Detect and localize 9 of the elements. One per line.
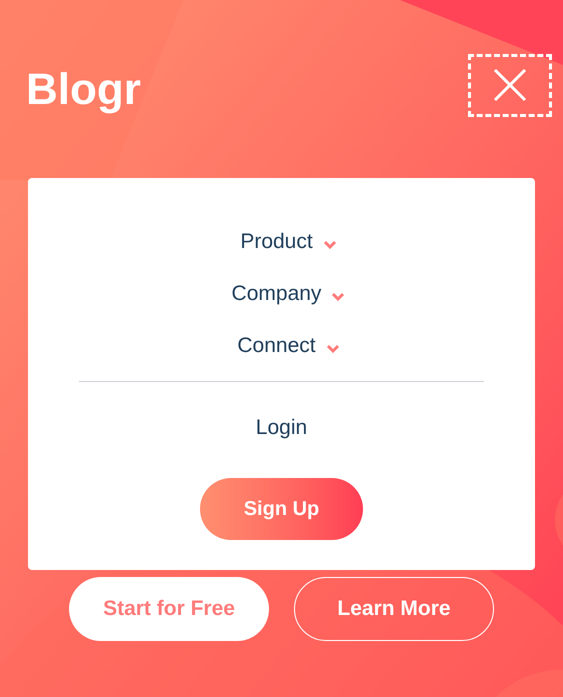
- login-link[interactable]: Login: [256, 412, 308, 444]
- close-icon: [493, 68, 527, 102]
- menu-item[interactable]: Product: [226, 216, 337, 268]
- chevron-down-icon: [331, 292, 346, 300]
- menu-item[interactable]: Connect: [223, 320, 340, 372]
- chevron-down-icon: [322, 240, 337, 248]
- close-button[interactable]: [468, 54, 552, 116]
- menu-item[interactable]: Company: [218, 268, 346, 320]
- chevron-down-icon: [326, 344, 340, 352]
